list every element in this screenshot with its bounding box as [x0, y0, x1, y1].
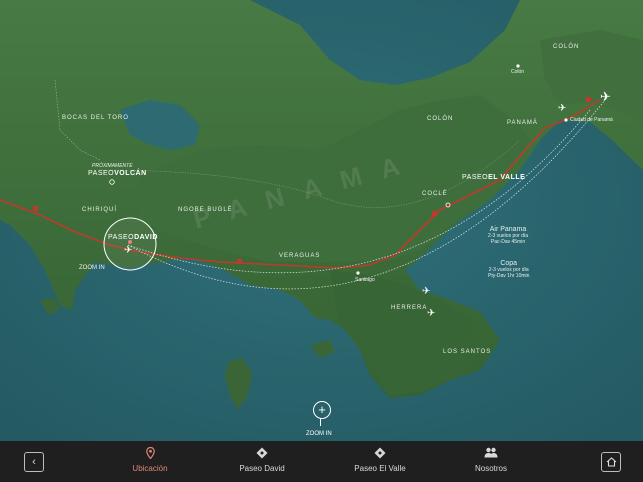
zoom-connector: [320, 419, 321, 426]
people-icon: [463, 447, 519, 463]
diamond-icon: [226, 447, 298, 463]
flight-info-copa: Copa 2-3 vuelos por día Pty-Dav 1hr 10mi…: [488, 260, 530, 279]
volcan-note: PRÓXIMAMENTE: [92, 163, 133, 169]
bottom-tab-bar: ‹ Ubicación Paseo David Paseo El Valle N…: [0, 441, 643, 482]
town-colon: Colón: [511, 69, 525, 75]
zoom-in-icon[interactable]: +: [313, 401, 331, 419]
paseo-david-label[interactable]: PASEODAVID: [108, 234, 158, 241]
home-icon: [606, 457, 617, 470]
tab-paseo-david[interactable]: Paseo David: [226, 441, 298, 482]
location-pin-icon: [115, 446, 185, 463]
region-label: PANAMÁ: [507, 120, 538, 126]
region-label: COLÓN: [427, 116, 454, 122]
david-zoom-label[interactable]: ZOOM IN: [79, 265, 105, 271]
airplane-icon: ✈: [422, 286, 431, 297]
airplane-icon: ✈: [427, 308, 436, 319]
town-santiago: Santiago: [355, 277, 375, 283]
airplane-icon: ✈: [124, 245, 133, 256]
region-label: COCLÉ: [422, 191, 448, 197]
zoom-in-label[interactable]: ZOOM IN: [306, 431, 332, 437]
tab-ubicacion[interactable]: Ubicación: [115, 441, 185, 482]
airplane-icon: ✈: [558, 103, 567, 114]
region-label: NGOBE BUGLÉ: [178, 207, 233, 213]
home-button[interactable]: [601, 452, 621, 472]
paseo-volcan-label[interactable]: PASEOVOLCÁN: [88, 170, 147, 177]
airplane-icon: ✈: [600, 89, 611, 104]
back-button[interactable]: ‹: [24, 452, 44, 472]
region-label: LOS SANTOS: [443, 349, 492, 355]
tab-nosotros[interactable]: Nosotros: [463, 441, 519, 482]
chevron-left-icon: ‹: [32, 456, 36, 468]
map-graphic: [0, 0, 643, 441]
paseo-el-valle-label[interactable]: PASEOEL VALLE: [462, 174, 525, 181]
tab-paseo-el-valle[interactable]: Paseo El Valle: [342, 441, 418, 482]
diamond-icon: [342, 447, 418, 463]
flight-info-air-panama: Air Panama 2-3 vuelos por día Pac-Dav 45…: [488, 226, 529, 245]
region-label: HERRERA: [391, 305, 428, 311]
region-label: VERAGUAS: [279, 253, 321, 259]
region-label: COLÓN: [553, 44, 580, 50]
map-view[interactable]: PANAMA COLÓN COLÓN BOCAS DEL TORO PANAMÁ…: [0, 0, 643, 441]
region-label: CHIRIQUÍ: [82, 207, 117, 213]
town-ciudad-panama: Ciudad de Panamá: [570, 117, 613, 123]
region-label: BOCAS DEL TORO: [62, 115, 129, 121]
